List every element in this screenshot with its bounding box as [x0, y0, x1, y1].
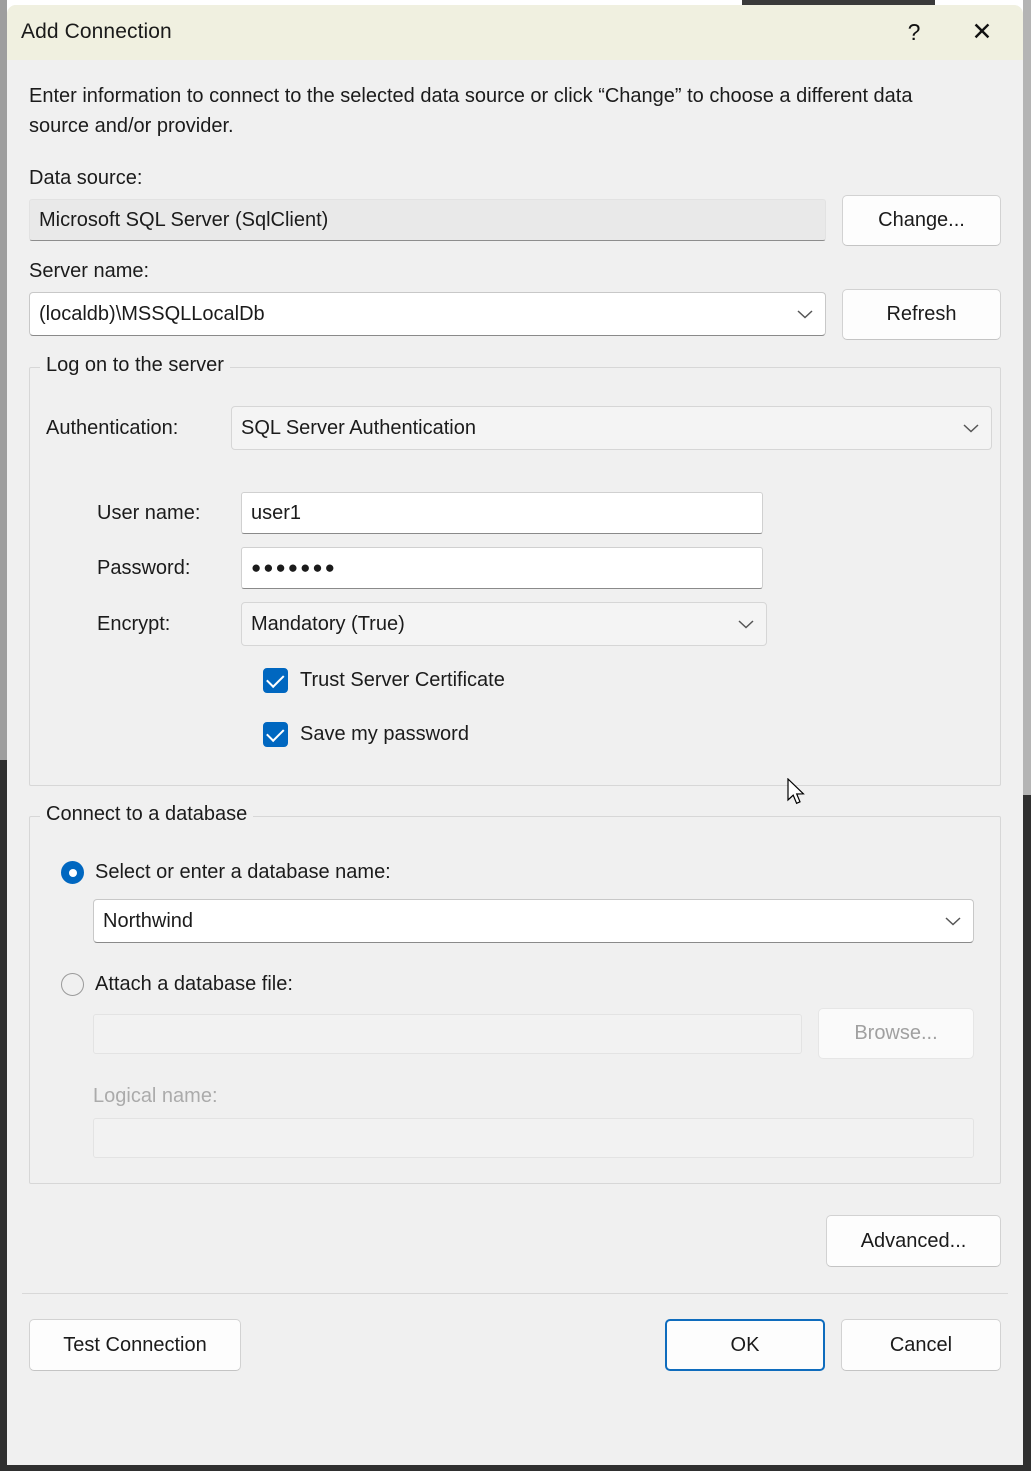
server-name-combobox[interactable]: (localdb)\MSSQLLocalDb [29, 292, 826, 336]
data-source-field: Microsoft SQL Server (SqlClient) [29, 199, 826, 241]
data-source-label: Data source: [29, 167, 1001, 190]
change-data-source-button[interactable]: Change... [842, 195, 1001, 246]
server-name-value: (localdb)\MSSQLLocalDb [39, 303, 265, 326]
checkbox-checked-icon [263, 668, 288, 693]
user-name-input[interactable]: user1 [241, 492, 763, 534]
radio-selected-icon [61, 861, 84, 884]
encrypt-combobox[interactable]: Mandatory (True) [241, 602, 767, 646]
connect-to-database-groupbox: Connect to a database Select or enter a … [29, 816, 1001, 1184]
close-button[interactable]: ✕ [951, 5, 1013, 60]
authentication-label: Authentication: [46, 417, 231, 440]
checkbox-checked-icon [263, 722, 288, 747]
encrypt-label: Encrypt: [97, 613, 241, 636]
logon-group-title: Log on to the server [40, 354, 230, 377]
background-window-left-edge [0, 0, 7, 760]
trust-server-certificate-checkbox[interactable]: Trust Server Certificate [263, 668, 1000, 693]
browse-file-button: Browse... [818, 1008, 974, 1059]
password-label: Password: [97, 557, 241, 580]
dialog-titlebar: Add Connection ? ✕ [7, 5, 1023, 60]
attach-file-path-input [93, 1014, 802, 1054]
background-window-left-shadow [0, 760, 7, 1471]
add-connection-dialog: Add Connection ? ✕ Enter information to … [7, 5, 1023, 1465]
server-name-label: Server name: [29, 260, 1001, 283]
footer-divider [22, 1293, 1008, 1294]
logical-name-input [93, 1118, 974, 1158]
background-window-right-shadow [1023, 795, 1031, 1471]
chevron-down-icon [738, 613, 754, 636]
chevron-down-icon [797, 303, 813, 326]
attach-database-file-label: Attach a database file: [95, 973, 293, 996]
save-my-password-checkbox[interactable]: Save my password [263, 722, 1000, 747]
logon-to-server-groupbox: Log on to the server Authentication: SQL… [29, 367, 1001, 786]
help-button[interactable]: ? [883, 5, 945, 60]
test-connection-button[interactable]: Test Connection [29, 1319, 241, 1371]
refresh-server-list-button[interactable]: Refresh [842, 289, 1001, 340]
user-name-label: User name: [97, 502, 241, 525]
cancel-button[interactable]: Cancel [841, 1319, 1001, 1371]
ok-button[interactable]: OK [665, 1319, 825, 1371]
attach-database-file-radio[interactable]: Attach a database file: [61, 973, 1000, 996]
select-database-name-radio[interactable]: Select or enter a database name: [61, 861, 1000, 884]
database-name-combobox[interactable]: Northwind [93, 899, 974, 943]
advanced-button[interactable]: Advanced... [826, 1215, 1001, 1267]
save-my-password-label: Save my password [300, 723, 469, 746]
authentication-combobox[interactable]: SQL Server Authentication [231, 406, 992, 450]
encrypt-value: Mandatory (True) [251, 613, 405, 636]
password-input[interactable]: ●●●●●●● [241, 547, 763, 589]
chevron-down-icon [963, 417, 979, 440]
intro-text: Enter information to connect to the sele… [29, 81, 959, 141]
background-window-bottom-edge [0, 1465, 1031, 1471]
trust-server-certificate-label: Trust Server Certificate [300, 669, 505, 692]
chevron-down-icon [945, 910, 961, 933]
select-database-name-label: Select or enter a database name: [95, 861, 391, 884]
database-name-value: Northwind [103, 910, 193, 933]
radio-unselected-icon [61, 973, 84, 996]
help-question-icon: ? [908, 21, 921, 44]
authentication-value: SQL Server Authentication [241, 417, 476, 440]
close-x-icon: ✕ [972, 20, 993, 45]
background-window-scrollbar [1023, 0, 1031, 795]
dialog-title: Add Connection [21, 20, 172, 44]
logical-name-label: Logical name: [93, 1085, 1000, 1108]
database-group-title: Connect to a database [40, 803, 253, 826]
dialog-body: Enter information to connect to the sele… [7, 81, 1023, 1371]
